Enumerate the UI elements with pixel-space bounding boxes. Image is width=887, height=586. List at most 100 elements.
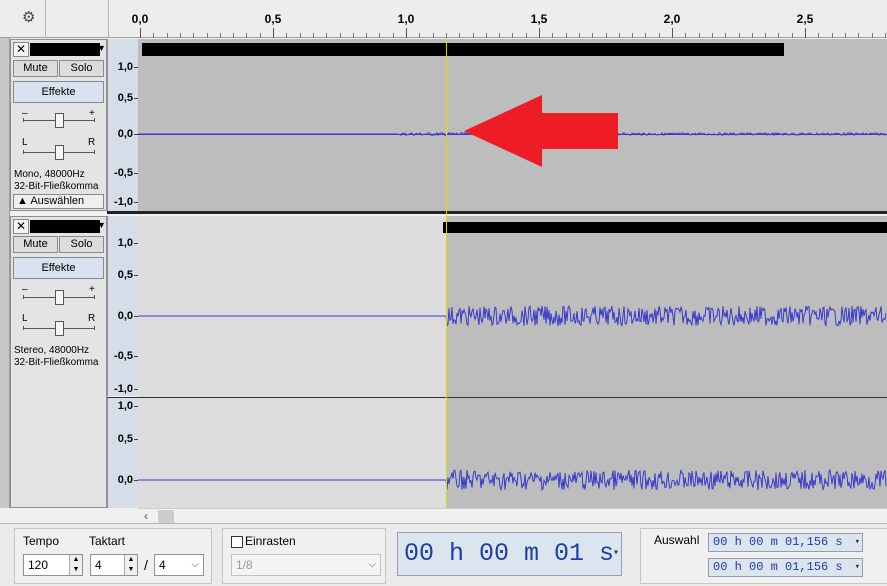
timeline-ruler[interactable]: ⚙ 0,0 0,5 1,0 1,5 2,0 2,5 [0, 0, 887, 38]
pan-slider-thumb[interactable] [55, 145, 64, 160]
selection-start-value: 00 h 00 m 01,156 s [713, 535, 843, 549]
scale-label: -1,0 [114, 196, 133, 208]
horizontal-scrollbar[interactable]: ‹ [138, 508, 887, 523]
ruler-minor-tick [219, 33, 221, 38]
ruler-minor-tick [499, 33, 501, 38]
ruler-minor-tick [552, 33, 554, 38]
audio-position-value: 00 h 00 m 01 s [404, 539, 615, 568]
ruler-minor-tick [419, 33, 421, 38]
pan-right-label: R [88, 313, 96, 324]
ruler-minor-tick [379, 33, 381, 38]
channel-divider [107, 397, 887, 398]
ruler-tick-label: 1,0 [397, 12, 415, 26]
scroll-left-icon[interactable]: ‹ [144, 509, 148, 523]
scale-label: -1,0 [114, 383, 133, 395]
ruler-minor-tick [844, 33, 846, 38]
scale-label: 1,0 [117, 61, 133, 73]
track-format-bits: 32-Bit-Fließkomma [14, 357, 99, 368]
ruler-major-tick [539, 28, 540, 38]
ruler-minor-tick [166, 33, 168, 38]
track-format-rate: Stereo, 48000Hz [14, 345, 90, 356]
ruler-minor-tick [472, 33, 474, 38]
chevron-down-icon[interactable]: ▾ [855, 559, 860, 576]
snap-value: 1/8 [236, 558, 253, 572]
chevron-down-icon[interactable]: ▾ [613, 533, 619, 575]
snap-label: Einrasten [245, 534, 296, 548]
ruler-minor-tick [738, 33, 740, 38]
snap-select[interactable]: 1/8 ⌵ [231, 554, 381, 576]
ruler-tick-label: 0,5 [264, 12, 282, 26]
chevron-down-icon[interactable]: ▼ [97, 220, 106, 230]
time-sig-num-value: 4 [95, 558, 102, 572]
effects-button[interactable]: Effekte [13, 257, 104, 279]
mute-button[interactable]: Mute [13, 60, 58, 77]
playback-cursor [446, 38, 447, 508]
selection-panel: Auswahl 00 h 00 m 01,156 s ▾ 00 h 00 m 0… [640, 528, 887, 584]
track1-vertical-scale[interactable]: 1,0 0,5 0,0 -0,5 -1,0 [107, 39, 138, 211]
audio-position-display[interactable]: 00 h 00 m 01 s ▾ [397, 532, 622, 576]
track-name-menu[interactable] [30, 43, 100, 56]
chevron-down-icon[interactable]: ⌵ [368, 555, 376, 575]
ruler-minor-tick [658, 33, 660, 38]
chevron-down-icon[interactable]: ▾ [855, 534, 860, 551]
effects-button[interactable]: Effekte [13, 81, 104, 103]
close-track-button[interactable]: ✕ [13, 219, 29, 234]
ruler-minor-tick [179, 33, 181, 38]
snap-checkbox[interactable] [231, 536, 243, 548]
track-separator [107, 211, 887, 214]
time-signature-numerator[interactable]: 4 ▲ ▼ [90, 554, 138, 576]
tempo-input[interactable]: 120 ▲ ▼ [23, 554, 83, 576]
selection-end-value: 00 h 00 m 01,156 s [713, 560, 843, 574]
select-track-button[interactable]: ▲ Auswählen [13, 194, 104, 209]
gain-slider-thumb[interactable] [55, 290, 64, 305]
ruler-minor-tick [751, 33, 753, 38]
ruler-tick-label: 0,0 [131, 12, 149, 26]
ruler-minor-tick [592, 33, 594, 38]
scrollbar-thumb[interactable] [158, 510, 174, 523]
ruler-minor-tick [366, 33, 368, 38]
select-track-label: Auswählen [30, 195, 85, 207]
ruler-major-tick [140, 28, 141, 38]
chevron-down-icon[interactable]: ⌵ [191, 555, 199, 575]
mute-button[interactable]: Mute [13, 236, 58, 253]
ruler-minor-tick [871, 33, 873, 38]
track-name-menu[interactable] [30, 220, 100, 233]
tempo-panel: Tempo Taktart 120 ▲ ▼ 4 ▲ ▼ / 4 ⌵ [14, 528, 212, 584]
gear-icon[interactable]: ⚙ [22, 10, 35, 26]
time-signature-denominator[interactable]: 4 ⌵ [154, 554, 204, 576]
pan-right-label: R [88, 137, 96, 148]
ruler-minor-tick [485, 33, 487, 38]
ruler-major-tick [273, 28, 274, 38]
selection-label: Auswahl [654, 533, 700, 547]
ruler-minor-tick [246, 33, 248, 38]
track2-left-channel-scale[interactable]: 1,0 0,5 0,0 -0,5 -1,0 [107, 216, 138, 396]
time-sig-den-value: 4 [159, 558, 166, 572]
ruler-minor-tick [618, 33, 620, 38]
ruler-separator [108, 0, 109, 38]
solo-button[interactable]: Solo [59, 60, 104, 77]
pan-left-label: L [22, 137, 28, 148]
ruler-minor-tick [312, 33, 314, 38]
snap-panel: Einrasten 1/8 ⌵ [222, 528, 386, 584]
ruler-minor-tick [632, 33, 634, 38]
scale-label: 0,5 [117, 92, 133, 104]
close-track-button[interactable]: ✕ [13, 42, 29, 57]
time-sig-slash: / [144, 557, 148, 573]
spin-arrows-icon[interactable]: ▲ ▼ [69, 555, 82, 575]
track2-right-channel-scale[interactable]: 1,0 0,5 0,0 [107, 397, 138, 508]
ruler-minor-tick [326, 33, 328, 38]
chevron-down-icon[interactable]: ▼ [97, 43, 106, 53]
ruler-minor-tick [153, 33, 155, 38]
selection-end-time[interactable]: 00 h 00 m 01,156 s ▾ [708, 558, 863, 577]
ruler-minor-tick [791, 33, 793, 38]
ruler-tick-label: 1,5 [530, 12, 548, 26]
selection-start-time[interactable]: 00 h 00 m 01,156 s ▾ [708, 533, 863, 552]
gain-slider-thumb[interactable] [55, 113, 64, 128]
ruler-major-tick [406, 28, 407, 38]
pan-slider-thumb[interactable] [55, 321, 64, 336]
solo-button[interactable]: Solo [59, 236, 104, 253]
spin-arrows-icon[interactable]: ▲ ▼ [124, 555, 137, 575]
track2-waveform-canvas[interactable] [138, 216, 887, 508]
scale-label: 0,5 [117, 433, 133, 445]
collapse-arrow-icon[interactable]: ▲ [17, 195, 28, 207]
